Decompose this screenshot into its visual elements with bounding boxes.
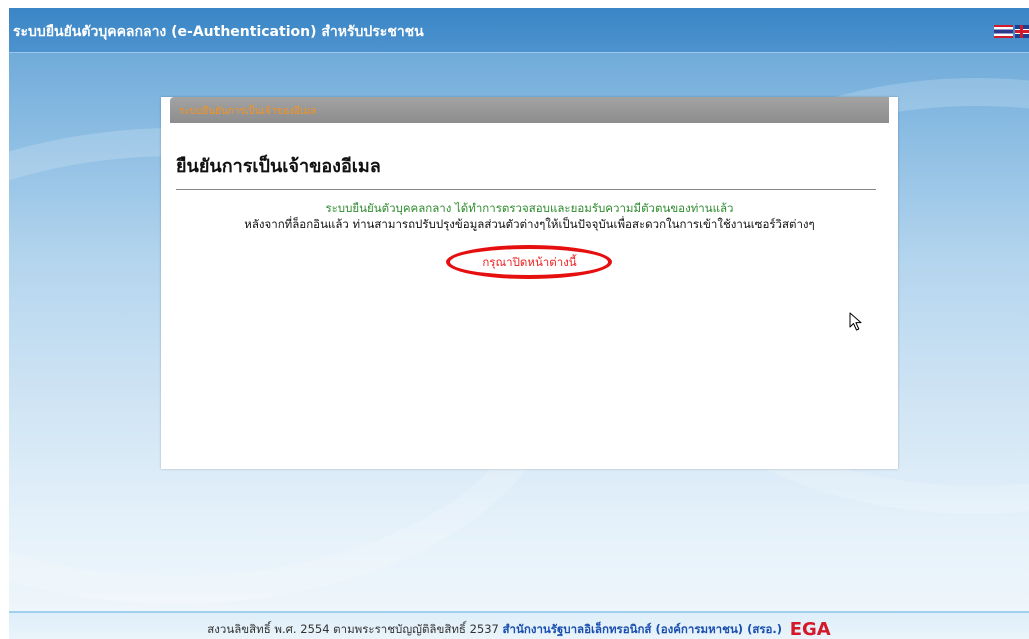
app-title: ระบบยืนยันตัวบุคคลกลาง (e-Authentication… [13, 24, 424, 40]
annotation-circle [446, 245, 612, 279]
ega-logo[interactable]: EGA [790, 619, 831, 639]
footer: สงวนลิขสิทธิ์ พ.ศ. 2554 ตามพระราชบัญญัติ… [9, 611, 1029, 639]
mouse-cursor-icon [849, 312, 862, 331]
info-message: หลังจากที่ล็อกอินแล้ว ท่านสามารถปรับปรุง… [244, 217, 815, 231]
header-bar: ระบบยืนยันตัวบุคคลกลาง (e-Authentication… [9, 8, 1029, 53]
panel-tab-bar: ระบบยืนยันการเป็นเจ้าของอีเมล [170, 97, 889, 123]
copyright-text: สงวนลิขสิทธิ์ พ.ศ. 2554 ตามพระราชบัญญัติ… [207, 622, 499, 636]
main-panel: ระบบยืนยันการเป็นเจ้าของอีเมล ยืนยันการเ… [161, 97, 898, 469]
language-switcher [992, 25, 1029, 39]
thai-flag-icon[interactable] [994, 25, 1013, 38]
page-title: ยืนยันการเป็นเจ้าของอีเมล [176, 156, 381, 177]
uk-flag-icon[interactable] [1015, 25, 1029, 38]
footer-text: สงวนลิขสิทธิ์ พ.ศ. 2554 ตามพระราชบัญญัติ… [9, 619, 1029, 639]
agency-link[interactable]: สำนักงานรัฐบาลอิเล็กทรอนิกส์ (องค์การมหา… [503, 622, 783, 636]
divider [176, 189, 876, 190]
content-box: ยืนยันการเป็นเจ้าของอีเมล ระบบยืนยันตัวบ… [170, 130, 889, 464]
panel-tab-label: ระบบยืนยันการเป็นเจ้าของอีเมล [179, 106, 317, 117]
